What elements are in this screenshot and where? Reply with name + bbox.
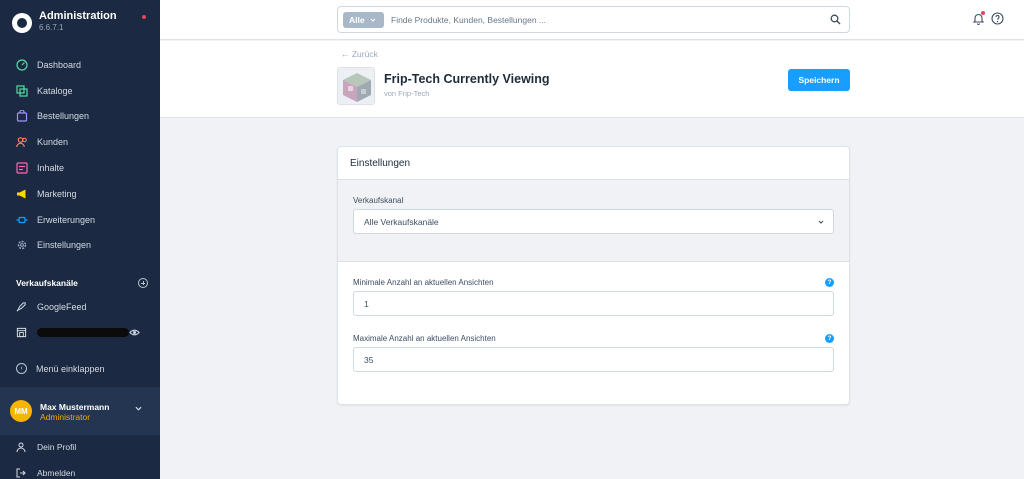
nav-label: Dashboard — [37, 59, 82, 70]
sales-channels-header: Verkaufskanäle — [16, 278, 148, 288]
page-title: Frip-Tech Currently Viewing — [384, 72, 550, 86]
avatar: MM — [10, 400, 32, 422]
search-icon[interactable] — [830, 14, 841, 25]
nav-label: Bestellungen — [37, 111, 90, 122]
max-views-input[interactable]: 35 — [353, 347, 834, 372]
megaphone-icon — [17, 189, 26, 199]
shopware-logo-icon — [12, 13, 32, 33]
user-panel[interactable]: MM Max Mustermann Administrator — [0, 387, 160, 435]
search-input[interactable] — [391, 11, 811, 29]
nav-label: Kataloge — [37, 85, 73, 96]
page-subtitle: von Frip-Tech — [384, 89, 430, 98]
chevron-down-icon — [370, 18, 375, 22]
max-views-value: 35 — [364, 354, 374, 365]
nav-item-erweiterungen[interactable]: Erweiterungen — [0, 207, 160, 233]
collapse-menu-button[interactable]: ‹ Menü einklappen — [16, 363, 105, 374]
nav-label: Inhalte — [37, 163, 65, 174]
gear-icon — [17, 241, 27, 250]
plug-icon — [16, 216, 28, 223]
sales-channel-value: Alle Verkaufskanäle — [364, 216, 439, 227]
nav-item-kunden[interactable]: Kunden — [0, 129, 160, 155]
collapse-label: Menü einklappen — [36, 363, 105, 374]
notification-badge — [981, 11, 985, 15]
save-button[interactable]: Speichern — [788, 69, 850, 91]
bag-icon — [16, 110, 28, 123]
nav-item-einstellungen[interactable]: Einstellungen — [0, 233, 160, 259]
nav-item-kataloge[interactable]: Kataloge — [0, 78, 160, 104]
global-search: Alle — [337, 6, 850, 33]
sales-channel-storefront[interactable] — [16, 327, 150, 338]
brand[interactable]: Administration 6.6.7.1 — [12, 10, 117, 33]
notification-dot — [142, 15, 146, 19]
storefront-icon — [16, 327, 27, 338]
logout-label: Abmelden — [37, 468, 76, 478]
sidebar: Administration 6.6.7.1 Dashboard Katalog… — [0, 0, 160, 479]
nav-item-inhalte[interactable]: Inhalte — [0, 155, 160, 181]
chevron-down-icon — [818, 220, 824, 224]
logout-link[interactable]: Abmelden — [16, 468, 75, 478]
search-type-label: Alle — [349, 15, 365, 25]
sales-channel-label: Verkaufskanal — [353, 196, 404, 205]
rocket-icon — [16, 302, 26, 312]
app-title: Administration — [39, 10, 117, 22]
card-title: Einstellungen — [350, 158, 411, 169]
help-tooltip-icon[interactable]: ? — [825, 278, 834, 287]
nav-item-bestellungen[interactable]: Bestellungen — [0, 104, 160, 130]
page-header: ← Zurück Frip-Tech Currently Viewing von… — [160, 41, 1024, 118]
main-nav: Dashboard Kataloge Bestellungen Kunden I… — [0, 52, 160, 258]
redacted-channel-name — [37, 328, 129, 337]
catalog-icon — [16, 85, 28, 97]
nav-label: Erweiterungen — [37, 214, 96, 225]
search-type-dropdown[interactable]: Alle — [343, 12, 384, 28]
nav-label: Kunden — [37, 137, 69, 148]
user-name: Max Mustermann — [40, 402, 110, 412]
profile-link[interactable]: Dein Profil — [16, 442, 76, 452]
sales-channel-googlefeed[interactable]: GoogleFeed — [16, 301, 150, 312]
eye-icon[interactable] — [129, 327, 140, 338]
sales-channels-title: Verkaufskanäle — [16, 278, 78, 288]
logout-icon — [16, 468, 26, 478]
help-icon[interactable] — [991, 12, 1004, 25]
topbar: Alle — [160, 0, 1024, 40]
nav-item-dashboard[interactable]: Dashboard — [0, 52, 160, 78]
back-link[interactable]: ← Zurück — [341, 49, 378, 59]
nav-label: Einstellungen — [37, 240, 92, 251]
profile-label: Dein Profil — [37, 442, 77, 452]
content-icon — [16, 162, 28, 174]
plugin-cube-icon — [338, 68, 374, 104]
channel-label: GoogleFeed — [37, 301, 87, 312]
plugin-image — [337, 67, 375, 105]
help-tooltip-icon[interactable]: ? — [825, 334, 834, 343]
settings-card: Einstellungen Verkaufskanal Alle Verkauf… — [337, 146, 850, 405]
nav-item-marketing[interactable]: Marketing — [0, 181, 160, 207]
min-views-input[interactable]: 1 — [353, 291, 834, 316]
sales-channel-switch: Verkaufskanal Alle Verkaufskanäle — [338, 180, 849, 262]
user-role: Administrator — [40, 412, 91, 422]
min-views-label: Minimale Anzahl an aktuellen Ansichten — [353, 278, 494, 287]
add-sales-channel-icon[interactable] — [138, 278, 148, 288]
gauge-icon — [16, 59, 28, 71]
nav-label: Marketing — [37, 188, 77, 199]
chevron-left-icon: ‹ — [16, 363, 27, 374]
min-views-value: 1 — [364, 298, 369, 309]
chevron-down-icon[interactable] — [135, 405, 142, 412]
app-version: 6.6.7.1 — [39, 23, 64, 32]
user-icon — [16, 442, 26, 452]
max-views-label: Maximale Anzahl an aktuellen Ansichten — [353, 334, 496, 343]
users-icon — [16, 137, 27, 148]
sales-channel-select[interactable]: Alle Verkaufskanäle — [353, 209, 834, 234]
